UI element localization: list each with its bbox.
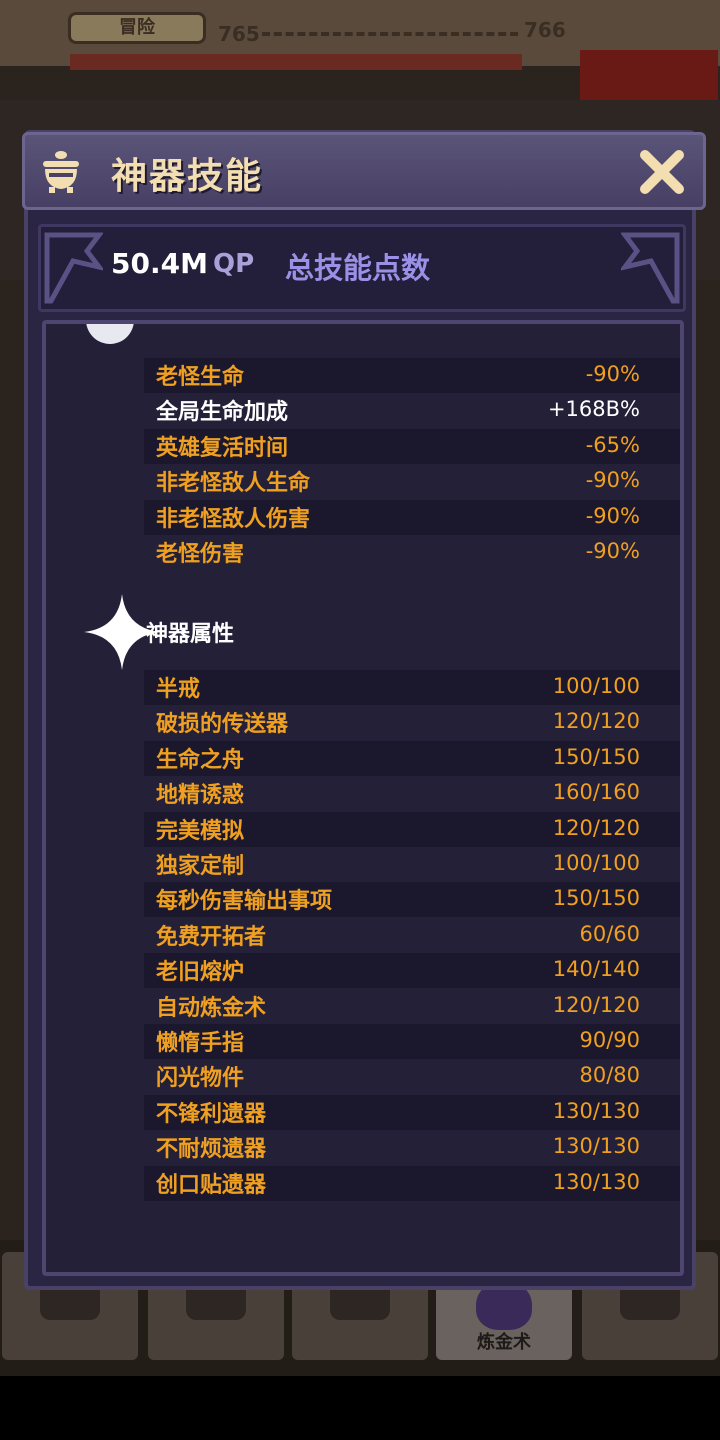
list-item: 英雄复活时间 -65% bbox=[144, 428, 680, 464]
skill-label: 免费开拓者 bbox=[156, 924, 267, 950]
skill-value: -90% bbox=[585, 362, 640, 386]
skill-value: 120/120 bbox=[552, 709, 640, 734]
background-health-bar bbox=[70, 54, 522, 70]
skill-value: -90% bbox=[585, 503, 640, 528]
list-item: 不锋利遗器 130/130 bbox=[144, 1094, 680, 1130]
next-level-label: 766 bbox=[524, 18, 566, 42]
skill-label: 创口贴遗器 bbox=[156, 1172, 267, 1198]
skill-label: 完美模拟 bbox=[156, 818, 245, 844]
list-item: 懒惰手指 90/90 bbox=[144, 1024, 680, 1059]
corner-ornament-icon bbox=[44, 232, 103, 304]
skill-value: -90% bbox=[585, 468, 640, 493]
list-item: 老旧熔炉 140/140 bbox=[144, 953, 680, 989]
skill-label: 英雄复活时间 bbox=[156, 435, 289, 461]
skill-label: 非老怪敌人伤害 bbox=[156, 506, 311, 532]
skill-label: 自动炼金术 bbox=[156, 995, 267, 1021]
list-item: 不耐烦遗器 130/130 bbox=[144, 1130, 680, 1165]
adventure-mode-button: 冒险 bbox=[68, 12, 206, 44]
dialog-header: 神器技能 bbox=[22, 132, 706, 210]
list-item: 非老怪敌人生命 -90% bbox=[144, 464, 680, 499]
corner-ornament-icon bbox=[621, 232, 680, 304]
skill-value: 80/80 bbox=[579, 1063, 640, 1088]
skill-label: 地精诱惑 bbox=[156, 783, 245, 809]
skill-value: 130/130 bbox=[552, 1098, 640, 1123]
list-item: 创口贴遗器 130/130 bbox=[144, 1165, 680, 1201]
list-item: 老怪伤害 -90% bbox=[144, 535, 680, 570]
skill-value: 160/160 bbox=[552, 780, 640, 805]
skill-value: 100/100 bbox=[552, 674, 640, 698]
list-item: 破损的传送器 120/120 bbox=[144, 705, 680, 740]
skill-label: 闪光物件 bbox=[156, 1066, 245, 1092]
level-progress-dashes bbox=[262, 32, 518, 36]
skill-label: 半戒 bbox=[156, 677, 201, 702]
dialog-title: 神器技能 bbox=[111, 156, 264, 197]
skill-value: 150/150 bbox=[552, 886, 640, 911]
skill-label: 老怪伤害 bbox=[156, 542, 245, 567]
list-item: 完美模拟 120/120 bbox=[144, 811, 680, 847]
skill-value: 90/90 bbox=[579, 1028, 640, 1052]
skill-label: 每秒伤害输出事项 bbox=[156, 889, 333, 915]
skill-label: 独家定制 bbox=[156, 854, 245, 879]
skills-list[interactable]: 老怪生命 -90% 全局生命加成 +168B% 英雄复活时间 -65% 非老怪敌人生命 -90… bbox=[42, 320, 684, 1276]
close-icon[interactable] bbox=[637, 147, 687, 197]
skill-value: 150/150 bbox=[552, 744, 640, 769]
skill-value: 130/130 bbox=[552, 1169, 640, 1194]
list-item: 地精诱惑 160/160 bbox=[144, 776, 680, 811]
list-item: 闪光物件 80/80 bbox=[144, 1059, 680, 1094]
skill-label: 老旧熔炉 bbox=[156, 960, 245, 986]
skill-points-value: 50.4M bbox=[111, 247, 208, 280]
list-item: 自动炼金术 120/120 bbox=[144, 989, 680, 1024]
skill-value: 120/120 bbox=[552, 815, 640, 840]
artifact-skills-dialog: 神器技能 50.4M QP 总技能点数 老怪生命 -90% 全局生命加成 +168B%… bbox=[22, 130, 706, 1290]
current-level-label: 765 bbox=[218, 22, 260, 46]
section-title-partial bbox=[142, 320, 262, 324]
list-item: 生命之舟 150/150 bbox=[144, 740, 680, 776]
skill-label: 老怪生命 bbox=[156, 365, 245, 390]
skill-value: -90% bbox=[585, 539, 640, 563]
skill-label: 破损的传送器 bbox=[156, 712, 289, 738]
skill-value: 60/60 bbox=[579, 921, 640, 946]
list-item: 半戒 100/100 bbox=[144, 670, 680, 705]
skill-points-unit: QP bbox=[213, 249, 255, 279]
background-red-button bbox=[580, 50, 718, 106]
skill-label: 全局生命加成 bbox=[156, 400, 289, 426]
skill-value: -65% bbox=[585, 432, 640, 457]
tab-alchemy-label: 炼金术 bbox=[477, 1332, 531, 1353]
skill-value: 120/120 bbox=[552, 992, 640, 1017]
skill-value: +168B% bbox=[547, 397, 640, 422]
cauldron-icon bbox=[43, 151, 79, 193]
artifact-section-title: 神器属性 bbox=[146, 622, 235, 647]
skill-label: 生命之舟 bbox=[156, 747, 245, 773]
section-icon-partial bbox=[86, 324, 134, 344]
list-item: 非老怪敌人伤害 -90% bbox=[144, 499, 680, 535]
skill-label: 不锋利遗器 bbox=[156, 1101, 267, 1127]
list-item: 全局生命加成 +168B% bbox=[144, 393, 680, 428]
list-item: 独家定制 100/100 bbox=[144, 847, 680, 882]
list-item: 免费开拓者 60/60 bbox=[144, 918, 680, 953]
skill-label: 不耐烦遗器 bbox=[156, 1137, 267, 1163]
skill-value: 100/100 bbox=[552, 851, 640, 875]
skill-points-bar: 50.4M QP 总技能点数 bbox=[38, 224, 686, 312]
skill-value: 130/130 bbox=[552, 1134, 640, 1159]
skill-points-label: 总技能点数 bbox=[285, 251, 431, 285]
skill-label: 懒惰手指 bbox=[156, 1031, 245, 1056]
list-item: 每秒伤害输出事项 150/150 bbox=[144, 882, 680, 918]
list-item: 老怪生命 -90% bbox=[144, 358, 680, 393]
skill-value: 140/140 bbox=[552, 957, 640, 982]
skill-label: 非老怪敌人生命 bbox=[156, 471, 311, 497]
